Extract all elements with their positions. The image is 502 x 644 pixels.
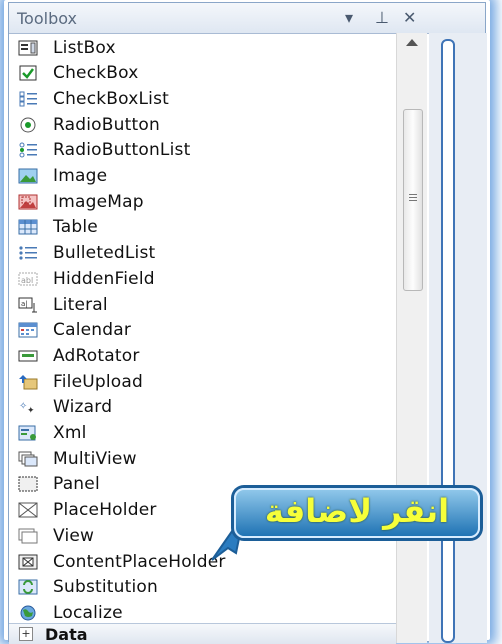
callout-text: انقر لاضافة <box>264 492 450 530</box>
callout-bubble: انقر لاضافة <box>234 488 480 540</box>
callout-arrow <box>211 513 245 561</box>
